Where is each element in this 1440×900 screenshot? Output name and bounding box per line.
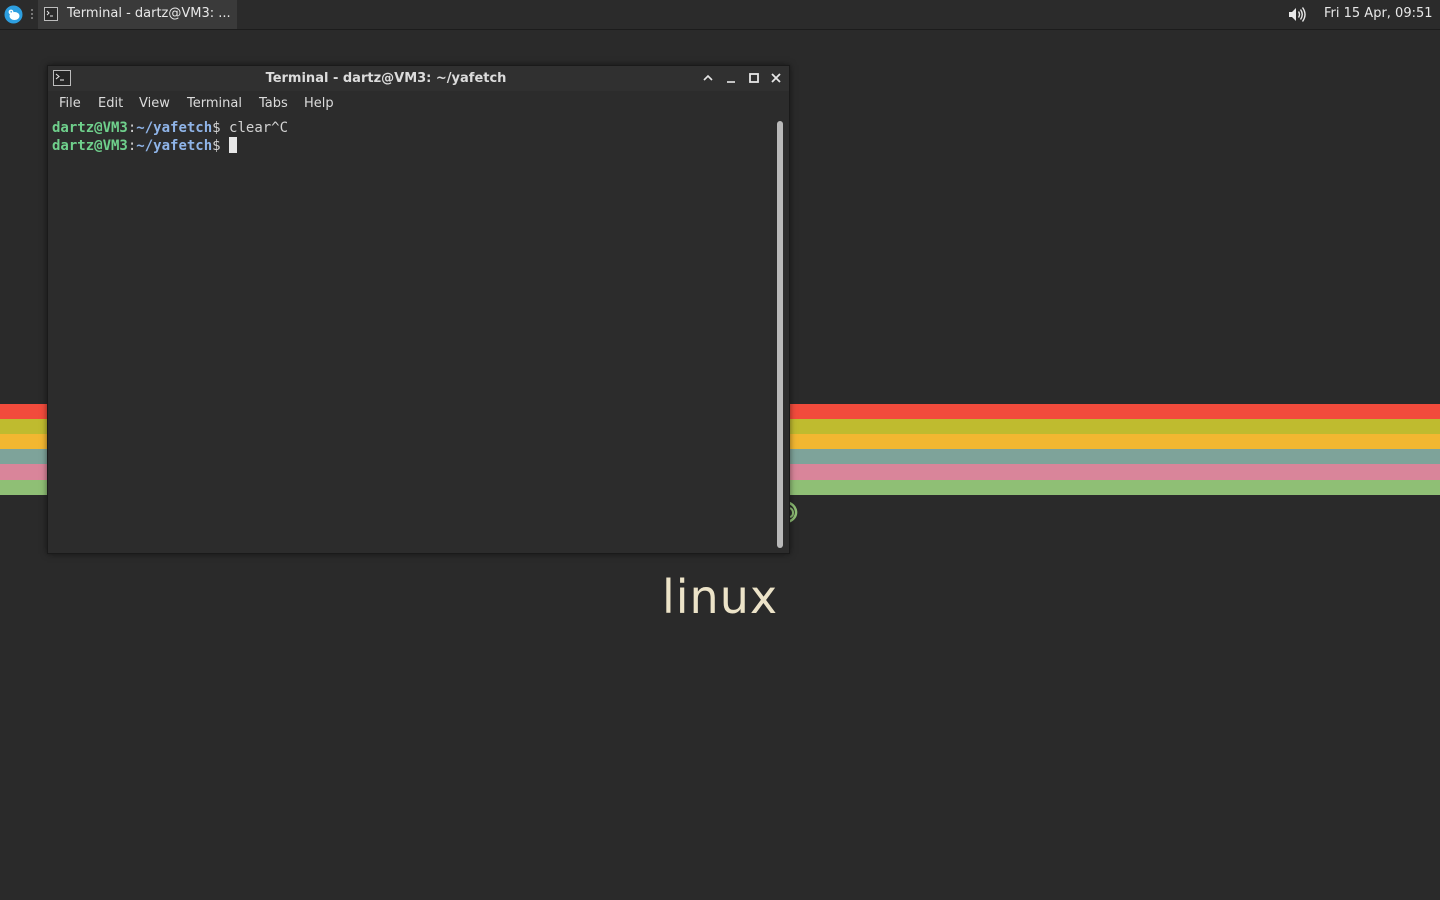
volume-icon[interactable] [1287, 6, 1307, 23]
terminal-line: dartz@VM3:~/yafetch$ clear^C [52, 119, 288, 137]
menu-edit[interactable]: Edit [98, 96, 123, 111]
prompt-path: ~/yafetch [136, 120, 213, 136]
menu-view[interactable]: View [139, 96, 170, 111]
panel-separator [31, 9, 33, 19]
window-menubar: File Edit View Terminal Tabs Help [48, 93, 789, 115]
menu-file[interactable]: File [59, 96, 81, 111]
minimize-icon[interactable] [724, 71, 738, 85]
window-titlebar[interactable]: Terminal - dartz@VM3: ~/yafetch [48, 66, 789, 91]
wallpaper-linux-logo: linux [662, 570, 779, 624]
panel-clock[interactable]: Fri 15 Apr, 09:51 [1324, 6, 1433, 21]
terminal-line: dartz@VM3:~/yafetch$ [52, 137, 238, 155]
terminal-scrollbar[interactable] [774, 118, 784, 550]
shade-icon[interactable] [701, 71, 715, 85]
close-icon[interactable] [769, 71, 783, 85]
menu-terminal[interactable]: Terminal [187, 96, 242, 111]
window-title: Terminal - dartz@VM3: ~/yafetch [265, 71, 507, 86]
terminal-icon [44, 7, 58, 21]
maximize-icon[interactable] [747, 71, 761, 85]
terminal-window: Terminal - dartz@VM3: ~/yafetch File Edi… [47, 65, 790, 554]
prompt-dollar: $ [212, 138, 221, 154]
top-panel: Terminal - dartz@VM3: ... Fri 15 Apr, 09… [0, 0, 1440, 30]
taskbar-terminal-label: Terminal - dartz@VM3: ... [67, 6, 231, 21]
menu-help[interactable]: Help [304, 96, 334, 111]
menu-tabs[interactable]: Tabs [259, 96, 288, 111]
prompt-dollar: $ [212, 120, 221, 136]
prompt-user-host: dartz@VM3 [52, 138, 128, 154]
prompt-user-host: dartz@VM3 [52, 120, 128, 136]
scrollbar-thumb[interactable] [777, 121, 783, 548]
xfce-mouse-icon[interactable] [4, 5, 23, 24]
command-text: clear^C [229, 120, 289, 136]
text-cursor [229, 137, 238, 153]
taskbar-terminal-button[interactable]: Terminal - dartz@VM3: ... [38, 0, 237, 29]
prompt-path: ~/yafetch [136, 138, 213, 154]
terminal-output[interactable]: dartz@VM3:~/yafetch$ clear^C dartz@VM3:~… [48, 116, 775, 553]
